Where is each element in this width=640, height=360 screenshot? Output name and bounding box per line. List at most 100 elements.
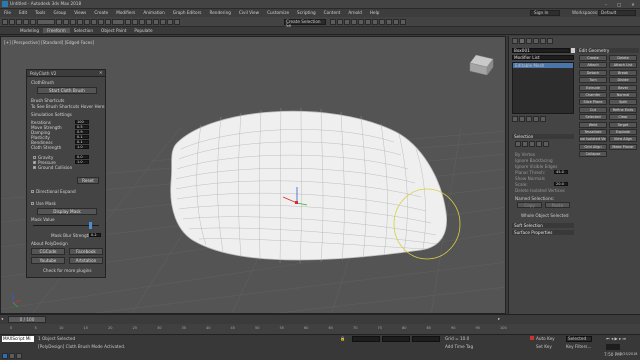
workspaces-dropdown[interactable]: Default (598, 10, 636, 16)
edit-geometry-button-normal[interactable]: Normal (609, 92, 637, 98)
gravity-checkbox[interactable] (33, 156, 36, 159)
menu-animation[interactable]: Animation (139, 9, 168, 17)
align-icon[interactable] (337, 19, 343, 25)
iterations-spinner[interactable]: 100 (75, 120, 89, 124)
key-selection-dropdown[interactable]: Selected (566, 336, 592, 342)
rendered-frame-window-icon[interactable] (393, 19, 399, 25)
object-name-field[interactable]: Box001 (512, 48, 570, 53)
display-tab-icon[interactable] (540, 38, 546, 44)
scale-icon[interactable] (98, 19, 104, 25)
pressure-spinner[interactable]: 1.0 (75, 160, 89, 164)
object-color-swatch[interactable] (571, 48, 575, 53)
toggle-layer-explorer-icon[interactable] (351, 19, 357, 25)
edit-geometry-button-bevel[interactable]: Bevel (609, 84, 637, 91)
create-tab-icon[interactable] (512, 38, 518, 44)
motion-tab-icon[interactable] (533, 38, 539, 44)
soft-selection-rollout-header[interactable]: Soft Selection (512, 223, 574, 228)
y-coordinate-field[interactable] (382, 336, 410, 342)
paste-button[interactable]: Paste (545, 202, 570, 208)
show-normals-option[interactable]: Show Normals (515, 176, 545, 181)
bendiness-spinner[interactable]: 0.1 (75, 140, 89, 144)
damping-spinner[interactable]: 0.9 (75, 130, 89, 134)
tab-modeling[interactable]: Modeling (16, 28, 43, 33)
vertex-mode-icon[interactable] (515, 141, 521, 147)
pressure-checkbox[interactable] (33, 161, 36, 164)
start-cloth-brush-button[interactable]: Start Cloth Brush (37, 87, 97, 94)
time-slider-thumb[interactable]: 0 / 100 (8, 316, 46, 323)
maxscript-listener[interactable]: MAXScript Mi (2, 336, 34, 342)
dialog-header[interactable]: PolyCloth V2 ✕ (27, 70, 105, 77)
menu-content[interactable]: Content (320, 9, 345, 17)
unlink-icon[interactable] (23, 19, 29, 25)
stack-item[interactable]: Editable Mesh (513, 63, 573, 68)
edit-geometry-button-split[interactable]: Split (609, 99, 637, 106)
edit-geometry-button-slice-plane[interactable]: Slice Plane (579, 99, 607, 106)
cloth-strength-spinner[interactable]: 1.0 (75, 145, 89, 149)
edit-geometry-button-weld[interactable]: Weld (579, 121, 607, 128)
scale-spinner[interactable]: 20.0 (554, 182, 568, 186)
edit-geometry-button-extrude[interactable]: Extrude (579, 84, 607, 91)
menu-file[interactable]: File (0, 9, 15, 17)
reset-button[interactable]: Reset (77, 177, 99, 184)
toggle-scene-explorer-icon[interactable] (344, 19, 350, 25)
menu-modifiers[interactable]: Modifiers (112, 9, 139, 17)
tab-object-paint[interactable]: Object Paint (97, 28, 130, 33)
lock-selection-icon[interactable]: 🔒 (340, 336, 345, 342)
x-coordinate-field[interactable] (352, 336, 380, 342)
surface-properties-rollout-header[interactable]: Surface Properties (512, 230, 574, 235)
cgcode-link-button[interactable]: CGCode (31, 248, 65, 255)
rotate-icon[interactable] (91, 19, 97, 25)
edit-geometry-button-delete[interactable]: Delete (609, 55, 637, 61)
percent-snap-icon[interactable] (160, 19, 166, 25)
mirror-icon[interactable] (330, 19, 336, 25)
mask-blur-spinner[interactable]: 0.2 (89, 233, 101, 237)
window-crossing-icon[interactable] (77, 19, 83, 25)
edge-mode-icon[interactable] (522, 141, 528, 147)
sign-in-button[interactable]: Sign In (530, 10, 560, 16)
tab-selection[interactable]: Selection (70, 28, 97, 33)
edit-geometry-button-detach[interactable]: Detach (579, 69, 607, 76)
face-mode-icon[interactable] (529, 141, 535, 147)
edit-geometry-button-explode[interactable]: Explode (609, 129, 637, 135)
edit-geometry-rollout-header[interactable]: Edit Geometry (577, 48, 639, 53)
edit-geometry-button-selected[interactable]: Selected (579, 114, 607, 121)
edit-geometry-button-chamfer[interactable]: Chamfer (579, 92, 607, 98)
move-strength-spinner[interactable]: 0.5 (75, 125, 89, 129)
set-key-button[interactable]: Set Key (536, 344, 552, 349)
auto-key-button[interactable]: Auto Key (536, 336, 555, 341)
edit-geometry-button-grid-align[interactable]: Grid Align (579, 143, 607, 150)
render-setup-icon[interactable] (386, 19, 392, 25)
current-frame-field[interactable] (606, 344, 620, 350)
spinner-snap-icon[interactable] (167, 19, 173, 25)
edit-geometry-button-attach[interactable]: Attach (579, 62, 607, 69)
edit-geometry-button-attach-list[interactable]: Attach List (609, 62, 637, 69)
edit-geometry-button-turn[interactable]: Turn (579, 77, 607, 84)
move-icon[interactable] (84, 19, 90, 25)
youtube-link-button[interactable]: Youtube (31, 257, 65, 264)
remove-modifier-icon[interactable] (533, 116, 539, 122)
minimize-icon[interactable]: – (600, 0, 612, 9)
schematic-view-icon[interactable] (372, 19, 378, 25)
material-editor-icon[interactable] (379, 19, 385, 25)
edit-geometry-button-make-planar[interactable]: Make Planar (609, 143, 637, 150)
menu-rendering[interactable]: Rendering (206, 9, 235, 17)
edit-geometry-button-clear[interactable]: Clear (609, 114, 637, 121)
edit-named-selection-icon[interactable] (174, 19, 180, 25)
track-bar[interactable]: 0 5 10 15 20 25 30 35 40 45 50 55 60 65 70 75 80 85 90 95 10… (0, 324, 640, 334)
mask-value-slider-thumb[interactable] (89, 222, 92, 229)
rectangular-selection-icon[interactable] (70, 19, 76, 25)
tab-freeform[interactable]: Freeform (43, 28, 70, 33)
menu-graph-editors[interactable]: Graph Editors (169, 9, 206, 17)
pin-stack-icon[interactable] (512, 116, 518, 122)
ribbon-toggle-icon[interactable] (358, 19, 364, 25)
curve-editor-icon[interactable] (365, 19, 371, 25)
edit-geometry-button-collapse[interactable]: Collapse (579, 151, 607, 158)
edit-geometry-button-create[interactable]: Create (579, 55, 607, 61)
named-selection-set-dropdown[interactable]: Create Selection Se (284, 19, 326, 28)
menu-tools[interactable]: Tools (31, 9, 49, 17)
next-frame-icon[interactable]: ▸ (498, 316, 500, 321)
show-end-result-icon[interactable] (519, 116, 525, 122)
brush-shortcuts-hint[interactable]: To See Brush Shortcuts Hover Here (31, 104, 104, 109)
plasticity-spinner[interactable]: 0.1 (75, 135, 89, 139)
dialog-close-icon[interactable]: ✕ (99, 70, 103, 75)
